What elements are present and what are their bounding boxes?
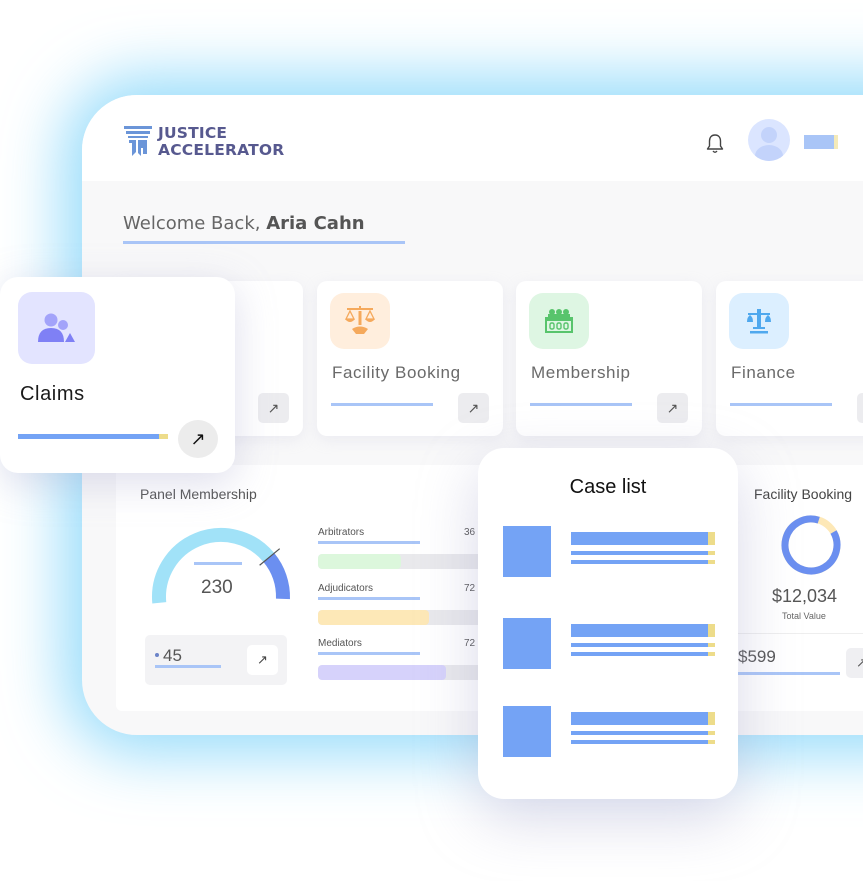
member-progress-fill <box>318 665 446 680</box>
welcome-message: Welcome Back, Aria Cahn <box>123 213 365 234</box>
case-detail-placeholder <box>571 560 715 564</box>
open-claims-arrow-button[interactable]: ↗ <box>178 420 218 458</box>
case-list-item[interactable] <box>503 706 718 758</box>
panel-sub-stat: 45 ↗ <box>145 635 287 685</box>
module-card-finance[interactable]: Finance ↗ <box>716 281 863 436</box>
sub-stat-value: 45 <box>163 646 182 665</box>
member-progress-fill <box>318 554 402 569</box>
open-claims-button[interactable]: ↗ <box>258 393 289 423</box>
member-type-label: Mediators <box>318 638 362 649</box>
gauge-value: 230 <box>201 577 233 598</box>
brand-line-1: JUSTICE <box>158 124 228 142</box>
user-name-placeholder[interactable] <box>804 135 838 149</box>
scales-icon <box>729 293 789 349</box>
module-label: Facility Booking <box>332 363 461 382</box>
avatar-body <box>755 145 783 161</box>
case-title-placeholder <box>571 532 715 545</box>
claims-progress <box>18 434 168 439</box>
member-count: 72 <box>464 583 476 594</box>
user-name: Aria Cahn <box>266 213 365 234</box>
open-membership-button[interactable]: ↗ <box>657 393 688 423</box>
brand-line-2: ACCELERATOR <box>158 141 285 159</box>
module-label: Membership <box>531 363 631 382</box>
module-card-membership[interactable]: Membership ↗ <box>516 281 702 436</box>
module-card-facility-booking[interactable]: Facility Booking ↗ <box>317 281 503 436</box>
open-finance-button[interactable]: ↗ <box>857 393 863 423</box>
member-progress-track <box>318 610 488 625</box>
member-underline <box>318 597 420 600</box>
case-thumbnail <box>503 618 551 669</box>
claims-label: Claims <box>20 383 85 405</box>
member-count: 36 <box>464 527 476 538</box>
panel-membership-title: Panel Membership <box>140 486 257 502</box>
bullet-dot <box>155 653 159 657</box>
member-progress-track <box>318 554 488 569</box>
avatar-head <box>761 127 777 143</box>
member-underline <box>318 652 420 655</box>
open-panel-membership-button[interactable]: ↗ <box>247 645 278 675</box>
case-thumbnail <box>503 706 551 757</box>
case-list-item[interactable] <box>503 618 718 670</box>
case-list-card[interactable]: Case list <box>478 448 738 799</box>
member-count: 72 <box>464 638 476 649</box>
top-header: JUSTICE ACCELERATOR <box>82 95 863 181</box>
case-detail-placeholder <box>571 740 715 744</box>
module-progress <box>730 403 832 406</box>
case-list-item[interactable] <box>503 526 718 578</box>
divider <box>736 633 863 634</box>
claims-card[interactable]: Claims ↗ <box>0 277 235 473</box>
bell-icon[interactable] <box>705 133 725 155</box>
scales-handshake-icon <box>330 293 390 349</box>
welcome-prefix: Welcome Back, <box>123 213 267 234</box>
case-list-title: Case list <box>569 476 647 498</box>
user-avatar-icon[interactable] <box>748 119 790 161</box>
member-progress-fill <box>318 610 429 625</box>
member-type-label: Adjudicators <box>318 583 374 594</box>
case-title-placeholder <box>571 712 715 725</box>
brand-name: JUSTICE ACCELERATOR <box>158 125 284 159</box>
case-detail-placeholder <box>571 731 715 735</box>
module-progress <box>331 403 433 406</box>
facility-booking-title: Facility Booking <box>754 486 853 502</box>
module-progress <box>530 403 632 406</box>
case-detail-placeholder <box>571 652 715 656</box>
pillar-logo-icon <box>124 126 152 156</box>
open-facility-booking-stats-button[interactable]: ↗ <box>846 648 863 678</box>
case-detail-placeholder <box>571 643 715 647</box>
facility-booking-total-label: Total Value <box>782 611 826 621</box>
panel-bench-icon <box>529 293 589 349</box>
facility-booking-sub-value: $599 <box>738 647 776 666</box>
brand-logo[interactable]: JUSTICE ACCELERATOR <box>124 125 284 159</box>
gauge-label-bar <box>194 562 242 565</box>
donut-primary-segment <box>781 515 841 575</box>
member-underline <box>318 541 420 544</box>
facility-booking-total: $12,034 <box>772 586 838 606</box>
member-progress-track <box>318 665 488 680</box>
case-thumbnail <box>503 526 551 577</box>
case-title-placeholder <box>571 624 715 637</box>
member-type-label: Arbitrators <box>318 527 365 538</box>
sub-value-underline <box>736 672 840 675</box>
case-detail-placeholder <box>571 551 715 555</box>
module-label: Finance <box>731 363 796 382</box>
facility-booking-donut <box>781 515 841 575</box>
gauge-arc-dark <box>263 553 290 600</box>
people-group-icon <box>18 292 95 364</box>
welcome-underline <box>123 241 405 244</box>
sub-stat-underline <box>155 665 221 668</box>
open-facility-booking-button[interactable]: ↗ <box>458 393 489 423</box>
